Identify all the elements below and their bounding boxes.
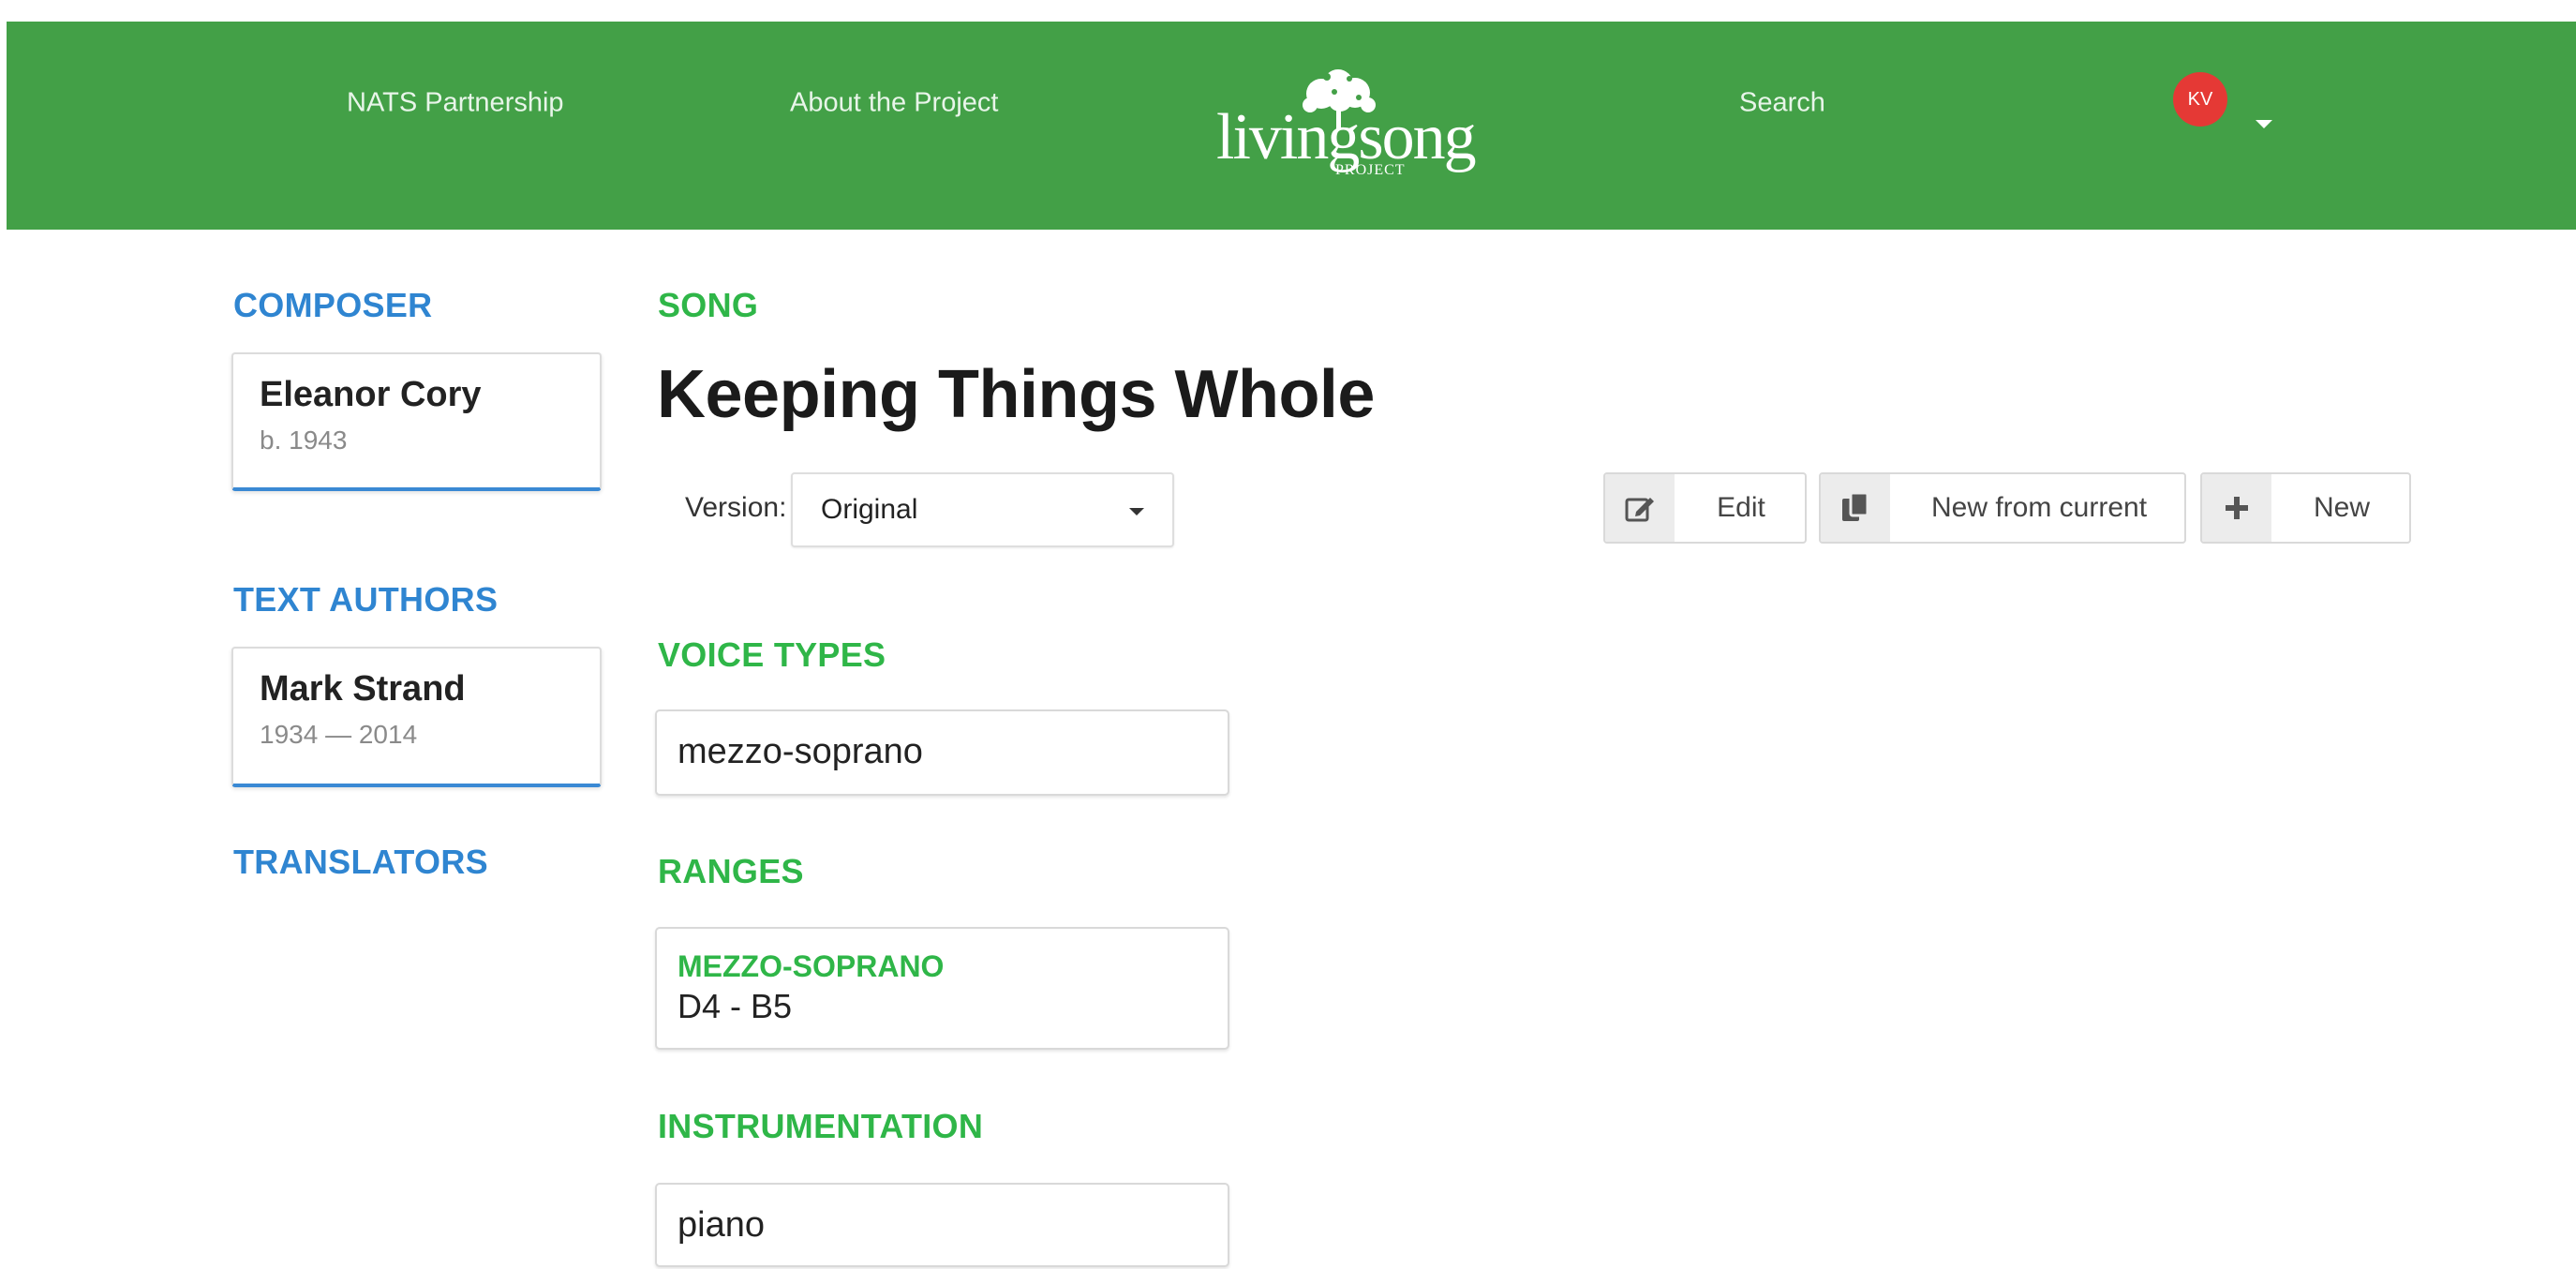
new-from-current-button[interactable]: New from current	[1819, 472, 2186, 544]
composer-heading: COMPOSER	[233, 286, 433, 324]
nav-link-about-project[interactable]: About the Project	[790, 88, 998, 119]
composer-dates: b. 1943	[260, 425, 348, 455]
new-from-current-label: New from current	[1930, 492, 2148, 523]
new-label: New	[2313, 492, 2371, 523]
copy-icon	[1821, 474, 1890, 542]
nav-link-search[interactable]: Search	[1739, 88, 1825, 119]
instrumentation-value: piano	[678, 1205, 765, 1245]
version-label: Version:	[685, 492, 787, 523]
new-button[interactable]: New	[2200, 472, 2411, 544]
instrumentation-heading: INSTRUMENTATION	[658, 1107, 984, 1145]
logo-wordmark: livingsong	[1216, 101, 1477, 173]
author-dates: 1934 — 2014	[260, 720, 418, 749]
author-name: Mark Strand	[260, 669, 466, 709]
chevron-down-icon[interactable]	[2256, 120, 2272, 128]
range-value: D4 - B5	[678, 987, 793, 1025]
instrumentation-item: piano	[655, 1183, 1229, 1267]
edit-icon	[1605, 474, 1675, 542]
range-voice-type: MEZZO-SOPRANO	[678, 949, 945, 983]
translators-heading: TRANSLATORS	[233, 843, 488, 881]
voice-types-heading: VOICE TYPES	[658, 635, 886, 674]
voice-type-value: mezzo-soprano	[678, 732, 923, 771]
ranges-heading: RANGES	[658, 852, 804, 890]
voice-type-item: mezzo-soprano	[655, 709, 1229, 796]
song-title: Keeping Things Whole	[657, 357, 1375, 432]
text-authors-heading: TEXT AUTHORS	[233, 580, 499, 619]
author-card[interactable]: Mark Strand 1934 — 2014	[231, 647, 602, 787]
edit-label: Edit	[1717, 492, 1765, 523]
range-item: MEZZO-SOPRANO D4 - B5	[655, 927, 1229, 1050]
composer-name: Eleanor Cory	[260, 375, 482, 414]
version-select[interactable]: Original	[791, 472, 1174, 547]
edit-button[interactable]: Edit	[1603, 472, 1807, 544]
composer-card[interactable]: Eleanor Cory b. 1943	[231, 352, 602, 491]
nav-link-nats-partnership[interactable]: NATS Partnership	[347, 88, 564, 119]
chevron-down-icon	[1129, 508, 1144, 515]
plus-icon	[2202, 474, 2271, 542]
user-avatar[interactable]: KV	[2173, 72, 2227, 127]
version-selected-value: Original	[821, 494, 918, 525]
living-song-logo[interactable]: livingsong PROJECT	[1216, 67, 1477, 180]
song-heading: SONG	[658, 286, 759, 324]
logo-subtitle: PROJECT	[1335, 162, 1406, 178]
